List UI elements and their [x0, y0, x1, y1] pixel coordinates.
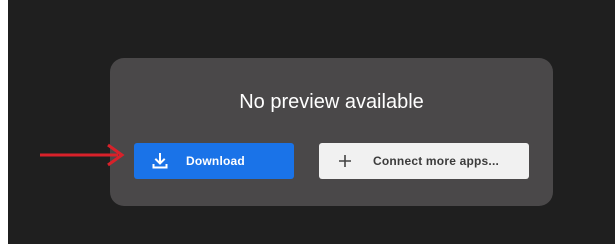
download-icon — [150, 151, 170, 171]
preview-viewer-background: No preview available Download Connect mo… — [8, 0, 615, 244]
connect-more-apps-label: Connect more apps... — [373, 154, 500, 168]
download-label: Download — [186, 154, 245, 168]
connect-more-apps-button[interactable]: Connect more apps... — [319, 143, 529, 179]
no-preview-dialog: No preview available Download Connect mo… — [110, 58, 553, 206]
no-preview-message: No preview available — [239, 91, 424, 113]
download-button[interactable]: Download — [134, 143, 294, 179]
red-arrow-annotation-icon — [40, 143, 125, 167]
plus-icon — [335, 151, 355, 171]
